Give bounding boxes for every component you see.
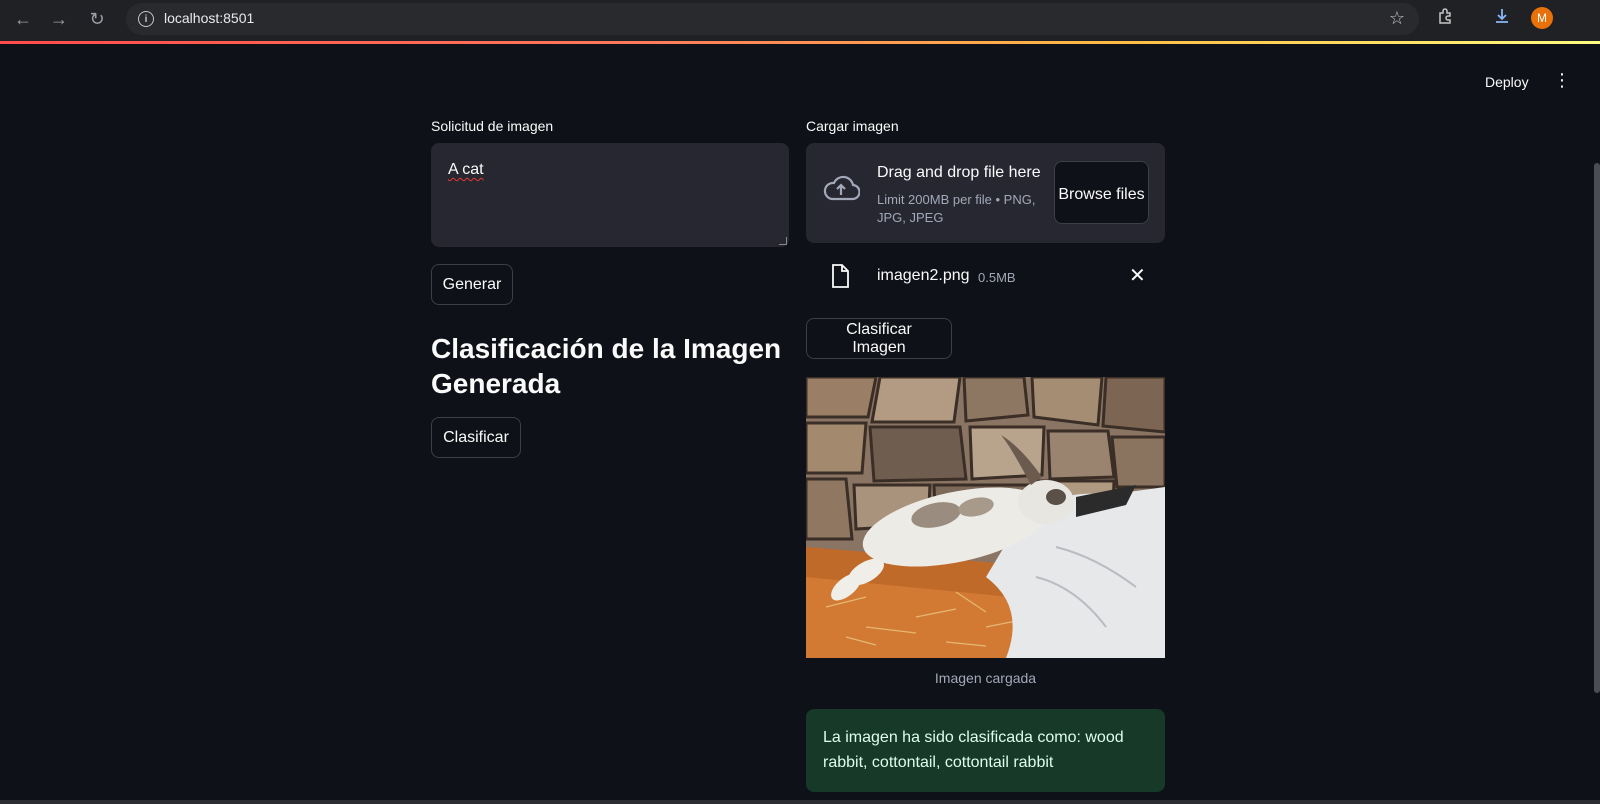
main-menu-icon[interactable]: ⋮ [1553,70,1571,91]
generate-button[interactable]: Generar [431,264,513,305]
prompt-label: Solicitud de imagen [431,118,554,134]
classify-image-button[interactable]: Clasificar Imagen [806,318,952,359]
prompt-textarea[interactable]: A cat [431,143,789,247]
forward-arrow-icon[interactable]: → [46,6,72,32]
puzzle-icon[interactable] [1437,7,1455,30]
dropzone-title: Drag and drop file here [877,164,1041,181]
download-icon[interactable] [1493,7,1511,30]
browser-toolbar: ← → ↻ i localhost:8501 ☆ M [0,0,1600,42]
profile-avatar[interactable]: M [1531,7,1553,29]
url-text[interactable]: localhost:8501 [164,10,254,26]
address-bar[interactable]: i localhost:8501 ☆ [126,3,1419,35]
close-icon[interactable]: ✕ [1129,263,1146,288]
file-icon [832,264,849,288]
streamlit-status-bar [0,41,1600,44]
info-icon[interactable]: i [138,11,154,27]
classify-button[interactable]: Clasificar [431,417,521,458]
back-arrow-icon[interactable]: ← [10,6,36,32]
bottom-divider [0,800,1600,804]
upload-label: Cargar imagen [806,118,899,134]
resize-handle-icon[interactable] [779,237,787,245]
deploy-button[interactable]: Deploy [1477,70,1537,94]
browse-files-button[interactable]: Browse files [1054,161,1149,224]
classification-result-alert: La imagen ha sido clasificada como: wood… [806,709,1165,792]
uploaded-image [806,377,1165,658]
file-dropzone[interactable]: Drag and drop file here Limit 200MB per … [806,143,1165,243]
prompt-value[interactable]: A cat [448,161,484,178]
page-scrollbar[interactable] [1594,163,1600,693]
classification-heading: Clasificación de la Imagen Generada [431,333,782,399]
file-name: imagen2.png [877,267,970,284]
cloud-upload-icon [823,175,860,201]
file-size: 0.5MB [978,270,1016,285]
image-caption: Imagen cargada [934,670,1037,686]
dropzone-subtitle: Limit 200MB per file • PNG, JPG, JPEG [877,192,1036,225]
uploaded-file-row: imagen2.png 0.5MB ✕ [806,256,1165,296]
reload-icon[interactable]: ↻ [84,6,110,32]
star-icon[interactable]: ☆ [1389,8,1405,29]
